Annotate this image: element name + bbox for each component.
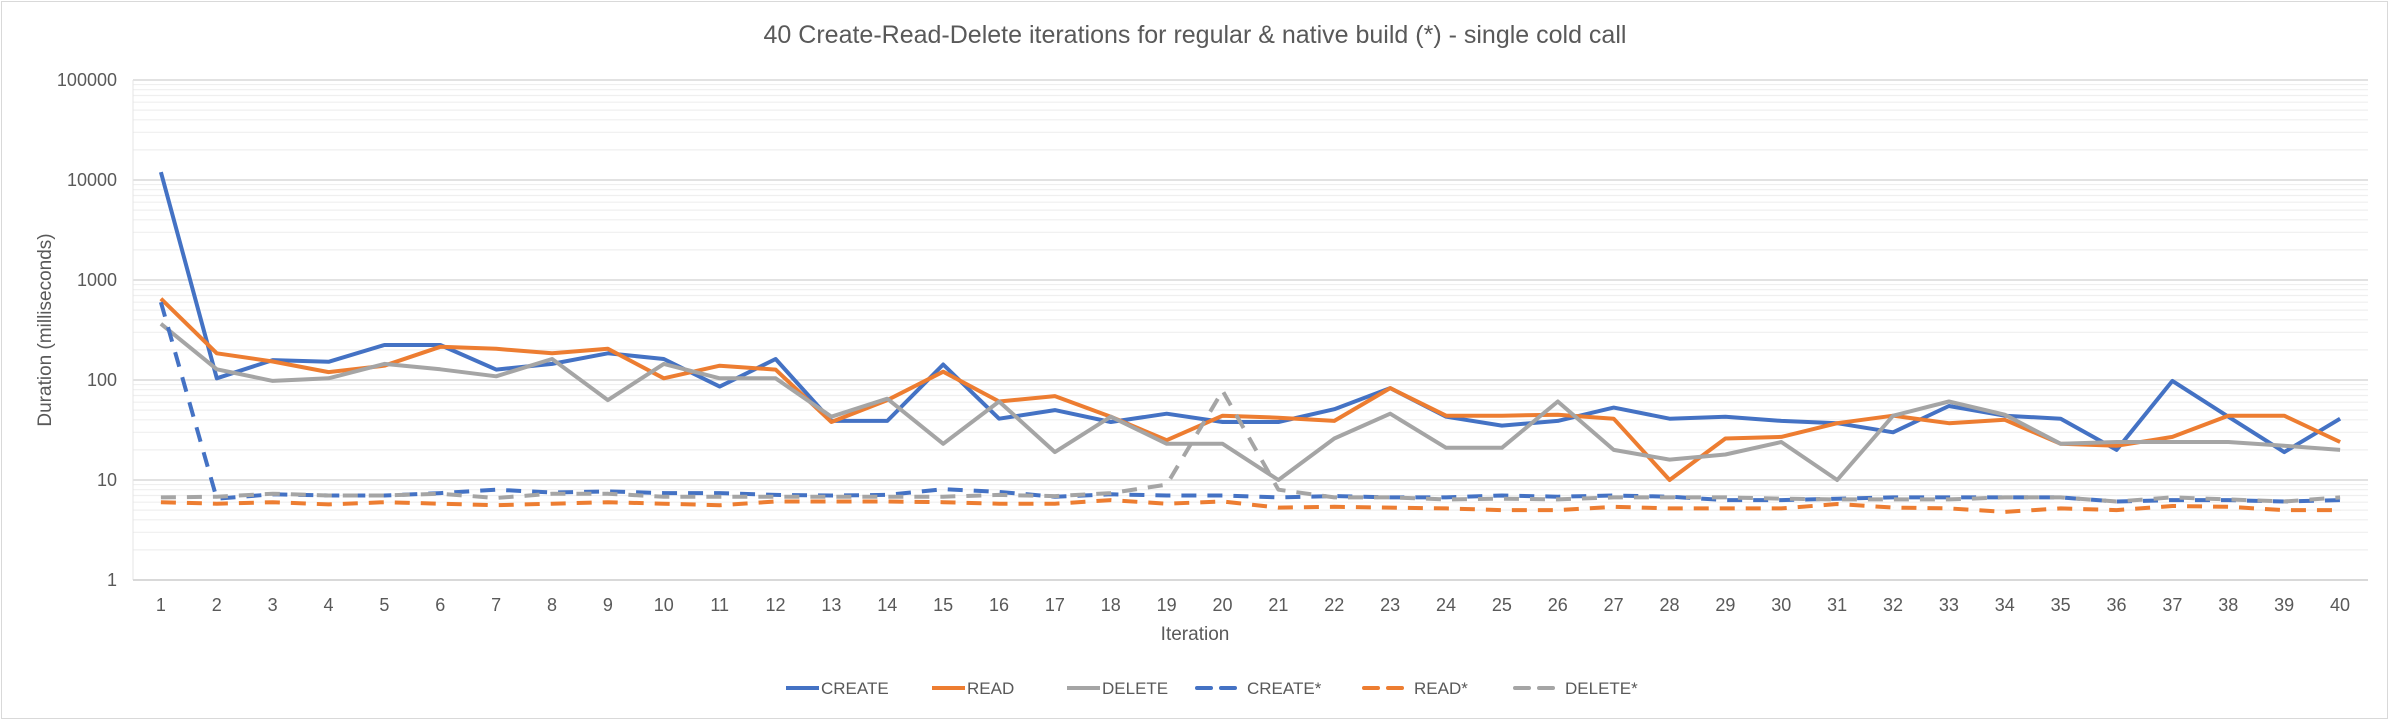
legend-item: CREATE* <box>1195 679 1322 698</box>
x-tick-label: 34 <box>1995 595 2015 615</box>
y-axis-title: Duration (milliseconds) <box>35 233 56 426</box>
x-tick-label: 22 <box>1324 595 1344 615</box>
x-tick-label: 11 <box>710 595 729 615</box>
x-tick-label: 10 <box>654 595 674 615</box>
x-tick-label: 30 <box>1771 595 1791 615</box>
y-axis-ticks: 1 10 100 1000 10000 100000 <box>57 70 117 590</box>
x-tick-label: 19 <box>1157 595 1177 615</box>
x-axis-ticks: 1 2 3 4 5 6 7 8 9 10 11 12 13 14 15 16 17 18 19 20 21 22 23 24 2… <box>156 595 2350 615</box>
legend-label: DELETE <box>1102 679 1168 698</box>
x-tick-label: 40 <box>2330 595 2350 615</box>
y-tick-label: 10000 <box>67 170 117 190</box>
x-tick-label: 28 <box>1660 595 1680 615</box>
y-tick-label: 100000 <box>57 70 117 90</box>
x-tick-label: 2 <box>212 595 222 615</box>
x-tick-label: 35 <box>2051 595 2071 615</box>
legend-item: READ <box>932 679 1014 698</box>
series-layer <box>158 171 2342 514</box>
x-tick-label: 5 <box>379 595 389 615</box>
x-tick-label: 8 <box>547 595 557 615</box>
x-tick-label: 24 <box>1436 595 1456 615</box>
x-tick-label: 4 <box>324 595 334 615</box>
chart-title: 40 Create-Read-Delete iterations for reg… <box>764 21 1627 49</box>
x-tick-label: 16 <box>989 595 1009 615</box>
x-tick-label: 1 <box>156 595 166 615</box>
x-tick-label: 3 <box>268 595 278 615</box>
legend-label: CREATE <box>821 679 889 698</box>
x-tick-label: 27 <box>1604 595 1624 615</box>
x-tick-label: 9 <box>603 595 613 615</box>
legend: CREATE READ DELETE CREATE* READ* DELETE* <box>786 679 1638 698</box>
x-tick-label: 29 <box>1715 595 1735 615</box>
x-tick-label: 20 <box>1213 595 1233 615</box>
x-tick-label: 18 <box>1101 595 1121 615</box>
x-tick-label: 14 <box>877 595 897 615</box>
gridlines <box>132 79 2368 581</box>
y-tick-label: 1 <box>107 570 117 590</box>
x-tick-label: 31 <box>1827 595 1847 615</box>
legend-item: DELETE <box>1067 679 1168 698</box>
chart: 40 Create-Read-Delete iterations for reg… <box>35 21 2368 698</box>
x-tick-label: 36 <box>2107 595 2127 615</box>
y-tick-label: 100 <box>87 370 117 390</box>
legend-label: DELETE* <box>1565 679 1638 698</box>
x-tick-label: 12 <box>766 595 786 615</box>
legend-label: READ* <box>1414 679 1468 698</box>
x-tick-label: 7 <box>491 595 501 615</box>
y-tick-label: 1000 <box>77 270 117 290</box>
x-tick-label: 15 <box>933 595 953 615</box>
x-tick-label: 6 <box>435 595 445 615</box>
legend-label: CREATE* <box>1247 679 1322 698</box>
x-tick-label: 25 <box>1492 595 1512 615</box>
x-tick-label: 37 <box>2162 595 2182 615</box>
x-tick-label: 21 <box>1268 595 1288 615</box>
x-tick-label: 23 <box>1380 595 1400 615</box>
x-tick-label: 33 <box>1939 595 1959 615</box>
x-tick-label: 38 <box>2218 595 2238 615</box>
legend-item: READ* <box>1362 679 1468 698</box>
legend-label: READ <box>967 679 1014 698</box>
x-axis-title: Iteration <box>1161 624 1230 645</box>
legend-item: DELETE* <box>1513 679 1638 698</box>
x-tick-label: 39 <box>2274 595 2294 615</box>
x-tick-label: 13 <box>821 595 841 615</box>
x-tick-label: 17 <box>1045 595 1065 615</box>
y-tick-label: 10 <box>97 470 117 490</box>
x-tick-label: 32 <box>1883 595 1903 615</box>
x-tick-label: 26 <box>1548 595 1568 615</box>
legend-item: CREATE <box>786 679 889 698</box>
